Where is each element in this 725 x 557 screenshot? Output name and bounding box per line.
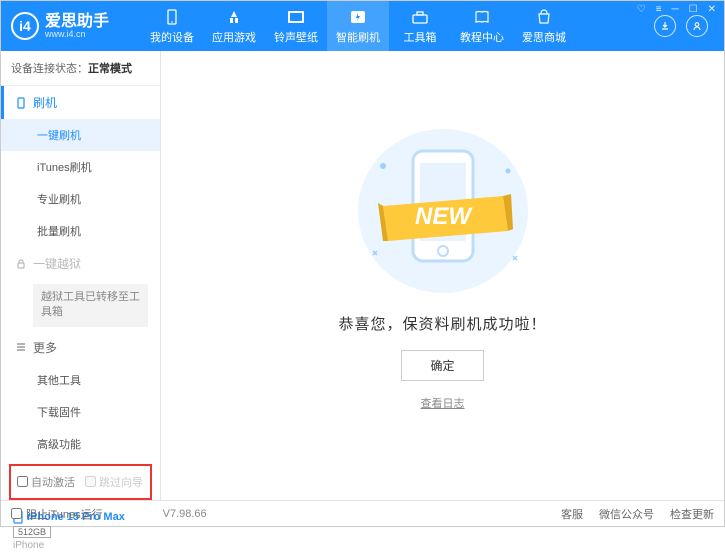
maximize-icon[interactable]: ☐: [687, 4, 700, 15]
close-icon[interactable]: ✕: [706, 4, 718, 15]
sidebar-section-jailbreak: 一键越狱: [1, 247, 160, 280]
footer-wechat[interactable]: 微信公众号: [599, 506, 654, 522]
device-storage: 512GB: [13, 526, 51, 538]
view-log-link[interactable]: 查看日志: [421, 395, 465, 411]
sidebar-section-flash[interactable]: 刷机: [1, 86, 160, 119]
device-status: 设备连接状态：正常模式: [1, 51, 160, 86]
logo-icon: i4: [11, 12, 39, 40]
version-label: V7.98.66: [163, 508, 207, 520]
user-button[interactable]: [686, 15, 708, 37]
sidebar-item-pro-flash[interactable]: 专业刷机: [1, 183, 160, 215]
sidebar-item-download-firmware[interactable]: 下载固件: [1, 396, 160, 428]
sidebar-item-batch-flash[interactable]: 批量刷机: [1, 215, 160, 247]
app-subtitle: www.i4.cn: [45, 30, 109, 39]
nav-ringtones[interactable]: 铃声壁纸: [265, 1, 327, 51]
footer-check-update[interactable]: 检查更新: [670, 506, 714, 522]
success-illustration: NEW: [333, 111, 553, 301]
nav-store[interactable]: 爱思商城: [513, 1, 575, 51]
book-icon: [472, 8, 492, 26]
sidebar-options-box: 自动激活 跳过向导: [9, 464, 152, 500]
sidebar-section-more[interactable]: 更多: [1, 331, 160, 364]
nav-apps[interactable]: 应用游戏: [203, 1, 265, 51]
sidebar-item-advanced[interactable]: 高级功能: [1, 428, 160, 460]
flash-icon: [348, 8, 368, 26]
footer-support[interactable]: 客服: [561, 506, 583, 522]
jailbreak-note: 越狱工具已转移至工具箱: [33, 284, 148, 327]
gift-icon[interactable]: ♡: [635, 4, 648, 15]
app-title: 爱思助手: [45, 14, 109, 30]
sidebar-item-other-tools[interactable]: 其他工具: [1, 364, 160, 396]
phone-icon: [15, 97, 27, 109]
store-icon: [534, 8, 554, 26]
nav-my-device[interactable]: 我的设备: [141, 1, 203, 51]
device-icon: [162, 8, 182, 26]
svg-text:NEW: NEW: [415, 203, 473, 230]
sidebar-item-itunes-flash[interactable]: iTunes刷机: [1, 151, 160, 183]
ok-button[interactable]: 确定: [401, 350, 483, 381]
download-button[interactable]: [654, 15, 676, 37]
lock-icon: [15, 258, 27, 270]
auto-activate-checkbox[interactable]: 自动激活: [17, 474, 75, 490]
nav-toolbox[interactable]: 工具箱: [389, 1, 451, 51]
image-icon: [286, 8, 306, 26]
nav-smart-flash[interactable]: 智能刷机: [327, 1, 389, 51]
success-message: 恭喜您，保资料刷机成功啦！: [338, 313, 546, 334]
skip-guide-checkbox[interactable]: 跳过向导: [85, 474, 143, 490]
minimize-icon[interactable]: ─: [670, 4, 681, 15]
block-itunes-checkbox[interactable]: 阻止iTunes运行: [11, 506, 103, 522]
toolbox-icon: [410, 8, 430, 26]
menu-icon: [15, 341, 27, 353]
nav-tutorials[interactable]: 教程中心: [451, 1, 513, 51]
menu-icon[interactable]: ≡: [654, 4, 664, 15]
device-type: iPhone: [13, 540, 148, 551]
sidebar-item-onekey-flash[interactable]: 一键刷机: [1, 119, 160, 151]
apps-icon: [224, 8, 244, 26]
logo: i4 爱思助手 www.i4.cn: [11, 12, 141, 40]
